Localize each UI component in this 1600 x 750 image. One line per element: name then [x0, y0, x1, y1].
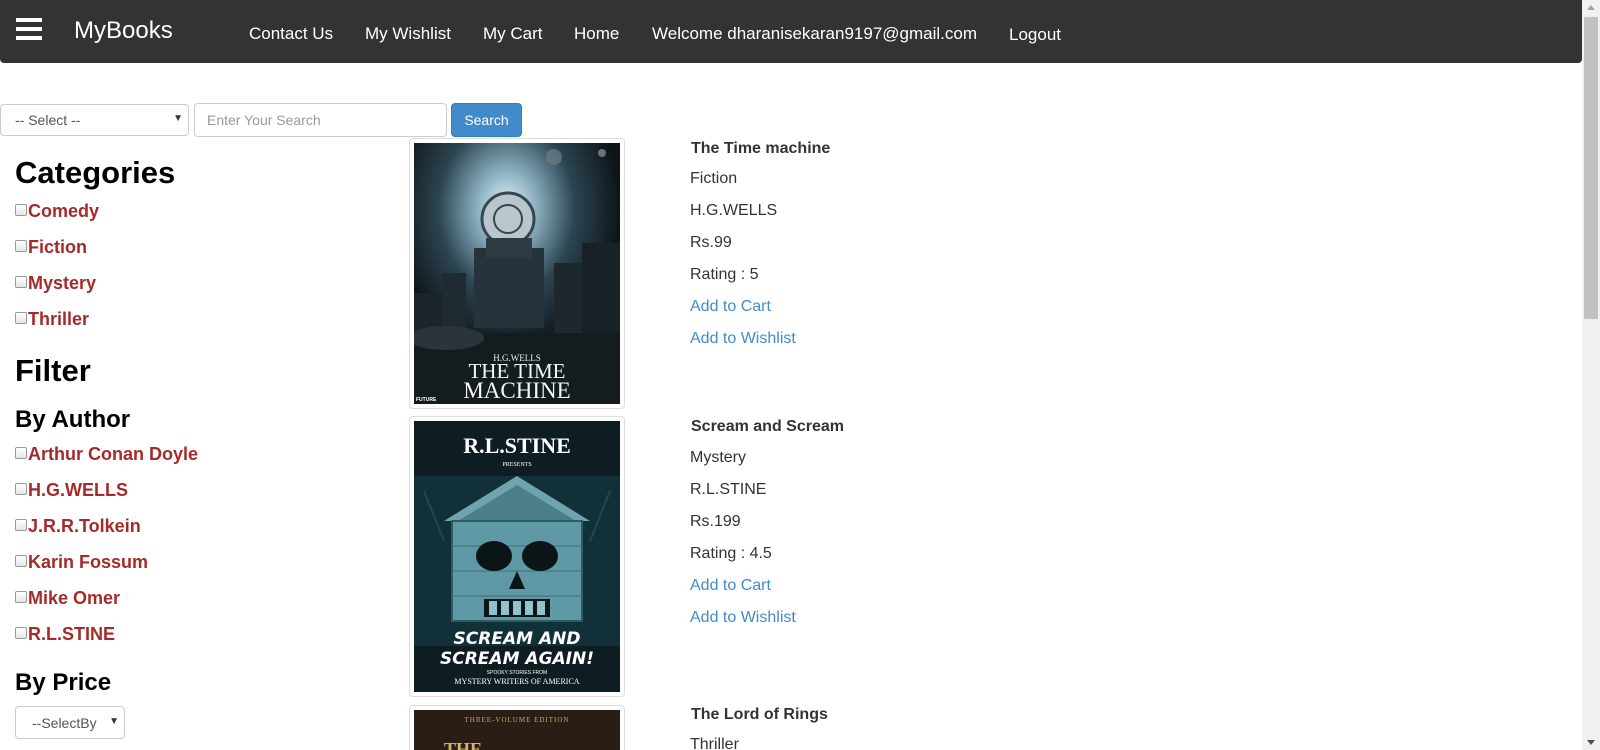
book-title[interactable]: Scream and Scream — [691, 418, 844, 436]
add-to-cart-link[interactable]: Add to Cart — [690, 298, 771, 316]
page-scrollbar[interactable] — [1582, 0, 1600, 750]
book-cover-time-machine[interactable]: H.G.WELLS THE TIME MACHINE FUTURE — [409, 138, 625, 409]
brand-logo[interactable]: MyBooks — [74, 17, 173, 45]
price-filter-value: --SelectBy — [32, 715, 97, 731]
cover-title-line2: SCREAM AGAIN! — [440, 649, 594, 669]
hamburger-menu-icon[interactable] — [16, 18, 42, 40]
by-author-heading: By Author — [15, 406, 131, 433]
nav-my-cart[interactable]: My Cart — [483, 24, 543, 44]
nav-contact-us[interactable]: Contact Us — [249, 24, 333, 44]
book-cover-lord-of-rings[interactable]: THREE-VOLUME EDITION THE — [409, 705, 625, 750]
author-label[interactable]: Mike Omer — [28, 588, 120, 609]
category-label[interactable]: Fiction — [28, 237, 87, 258]
filter-heading: Filter — [15, 353, 91, 388]
book-title[interactable]: The Lord of Rings — [691, 706, 828, 724]
scroll-up-arrow-icon[interactable] — [1587, 5, 1595, 10]
category-label[interactable]: Comedy — [28, 201, 99, 222]
by-price-heading: By Price — [15, 669, 112, 696]
cover-tagline2: MYSTERY WRITERS OF AMERICA — [454, 677, 579, 686]
author-label[interactable]: R.L.STINE — [28, 624, 115, 645]
book-category: Fiction — [690, 170, 738, 187]
scrollbar-thumb[interactable] — [1584, 17, 1598, 319]
author-checkbox[interactable] — [15, 591, 27, 603]
chevron-down-icon: ▼ — [109, 716, 119, 727]
book-cover-scream-and-scream[interactable]: R.L.STINE PRESENTS SCREAM AND SCREAM AGA… — [409, 416, 625, 697]
nav-welcome-user[interactable]: Welcome dharanisekaran9197@gmail.com — [652, 24, 977, 44]
cover-edition: THREE-VOLUME EDITION — [465, 716, 570, 724]
top-navbar: MyBooks Contact Us My Wishlist My Cart H… — [0, 0, 1582, 63]
category-checkbox[interactable] — [15, 240, 27, 252]
cover-title-line2: MACHINE — [463, 378, 570, 403]
book-category: Mystery — [690, 449, 746, 466]
chevron-down-icon: ▼ — [173, 113, 183, 124]
book-price: Rs.199 — [690, 513, 741, 530]
author-label[interactable]: J.R.R.Tolkein — [28, 516, 141, 537]
book-rating: Rating : 5 — [690, 266, 759, 283]
search-category-value: -- Select -- — [15, 112, 81, 128]
cover-title-line1: SCREAM AND — [454, 629, 581, 649]
author-label[interactable]: H.G.WELLS — [28, 480, 128, 501]
author-checkbox[interactable] — [15, 555, 27, 567]
author-checkbox[interactable] — [15, 483, 27, 495]
author-label[interactable]: Karin Fossum — [28, 552, 148, 573]
book-author: R.L.STINE — [690, 481, 767, 498]
nav-my-wishlist[interactable]: My Wishlist — [365, 24, 451, 44]
nav-logout[interactable]: Logout — [1009, 25, 1061, 45]
category-checkbox[interactable] — [15, 276, 27, 288]
book-rating: Rating : 4.5 — [690, 545, 772, 562]
nav-home[interactable]: Home — [574, 24, 619, 44]
price-filter-select[interactable]: --SelectBy ▼ — [15, 706, 125, 739]
cover-presents: PRESENTS — [502, 462, 531, 468]
cover-author-text: R.L.STINE — [463, 433, 571, 458]
scroll-down-arrow-icon[interactable] — [1587, 740, 1595, 745]
author-checkbox[interactable] — [15, 447, 27, 459]
category-checkbox[interactable] — [15, 204, 27, 216]
cover-tagline1: SPOOKY STORIES FROM — [487, 670, 547, 676]
categories-heading: Categories — [15, 155, 176, 190]
book-title[interactable]: The Time machine — [691, 140, 830, 158]
search-category-select[interactable]: -- Select -- ▼ — [0, 104, 189, 136]
add-to-cart-link[interactable]: Add to Cart — [690, 577, 771, 595]
add-to-wishlist-link[interactable]: Add to Wishlist — [690, 609, 796, 627]
category-label[interactable]: Mystery — [28, 273, 96, 294]
cover-publisher: FUTURE — [416, 397, 437, 403]
cover-title-fragment: THE — [444, 739, 482, 750]
author-label[interactable]: Arthur Conan Doyle — [28, 444, 198, 465]
author-checkbox[interactable] — [15, 519, 27, 531]
add-to-wishlist-link[interactable]: Add to Wishlist — [690, 330, 796, 348]
category-label[interactable]: Thriller — [28, 309, 89, 330]
book-price: Rs.99 — [690, 234, 732, 251]
book-author: H.G.WELLS — [690, 202, 778, 219]
search-input[interactable] — [194, 103, 447, 137]
author-checkbox[interactable] — [15, 627, 27, 639]
search-button[interactable]: Search — [451, 103, 522, 137]
category-checkbox[interactable] — [15, 312, 27, 324]
book-category: Thriller — [690, 736, 739, 750]
